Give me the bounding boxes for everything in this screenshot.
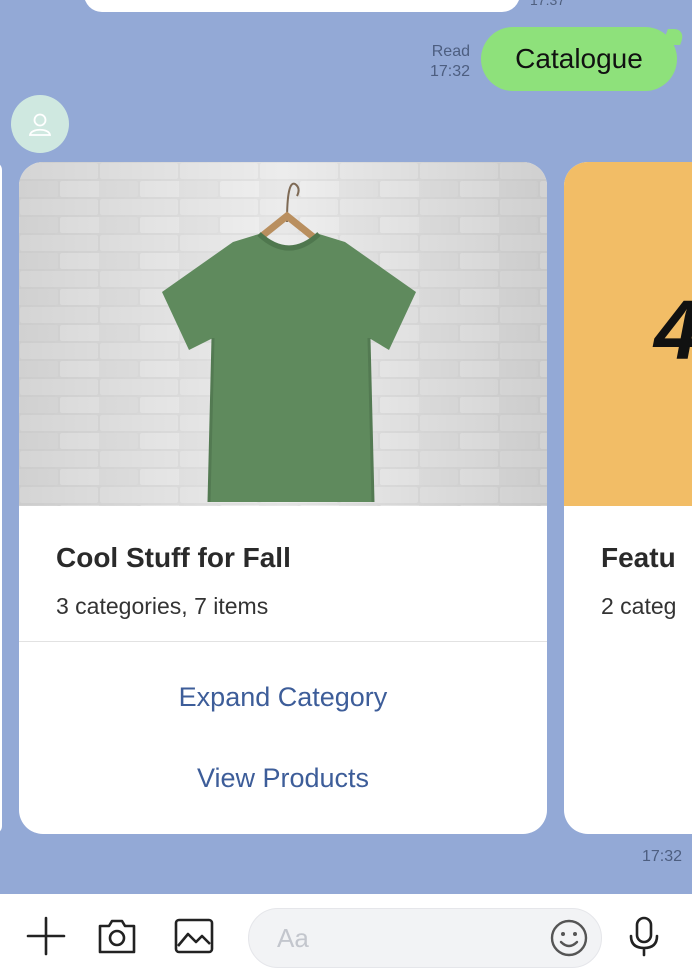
tshirt-image [19, 162, 547, 506]
card-subtitle: 3 categories, 7 items [56, 593, 269, 619]
read-time: 17:32 [429, 63, 470, 80]
plus-icon[interactable] [24, 914, 68, 958]
previous-message-time: 17:37 [530, 0, 566, 8]
read-label: Read [431, 43, 470, 60]
card2-title: Featu [601, 542, 676, 573]
emoji-icon[interactable] [549, 918, 589, 958]
message-input-placeholder: Aa [277, 923, 309, 953]
message-input[interactable]: Aa [248, 908, 602, 968]
card2-image: 4 [564, 162, 692, 506]
user-icon [28, 113, 52, 136]
card-divider [19, 641, 547, 642]
previous-card-edge[interactable] [0, 162, 2, 834]
camera-icon[interactable] [95, 914, 139, 958]
sent-message-text: Catalogue [515, 43, 643, 74]
expand-category-button[interactable]: Expand Category [19, 682, 547, 713]
card-title: Cool Stuff for Fall [56, 542, 291, 573]
image-icon[interactable] [172, 914, 216, 958]
read-receipt: Read 17:32 [430, 42, 470, 82]
sent-message-bubble[interactable]: Catalogue [481, 27, 677, 91]
view-products-button[interactable]: View Products [19, 763, 547, 794]
catalog-card[interactable]: Cool Stuff for Fall 3 categories, 7 item… [19, 162, 547, 834]
card2-subtitle: 2 categ [601, 593, 677, 619]
catalog-card-next[interactable]: 4 Featu 2 categ [564, 162, 692, 834]
previous-message-bubble[interactable] [84, 0, 520, 12]
microphone-icon[interactable] [622, 914, 666, 958]
avatar[interactable] [11, 95, 69, 153]
card2-image-text: 4 [654, 282, 692, 379]
message-input-bar: Aa [0, 894, 692, 978]
card-image-tshirt [19, 162, 547, 506]
message-time: 17:32 [641, 848, 682, 865]
